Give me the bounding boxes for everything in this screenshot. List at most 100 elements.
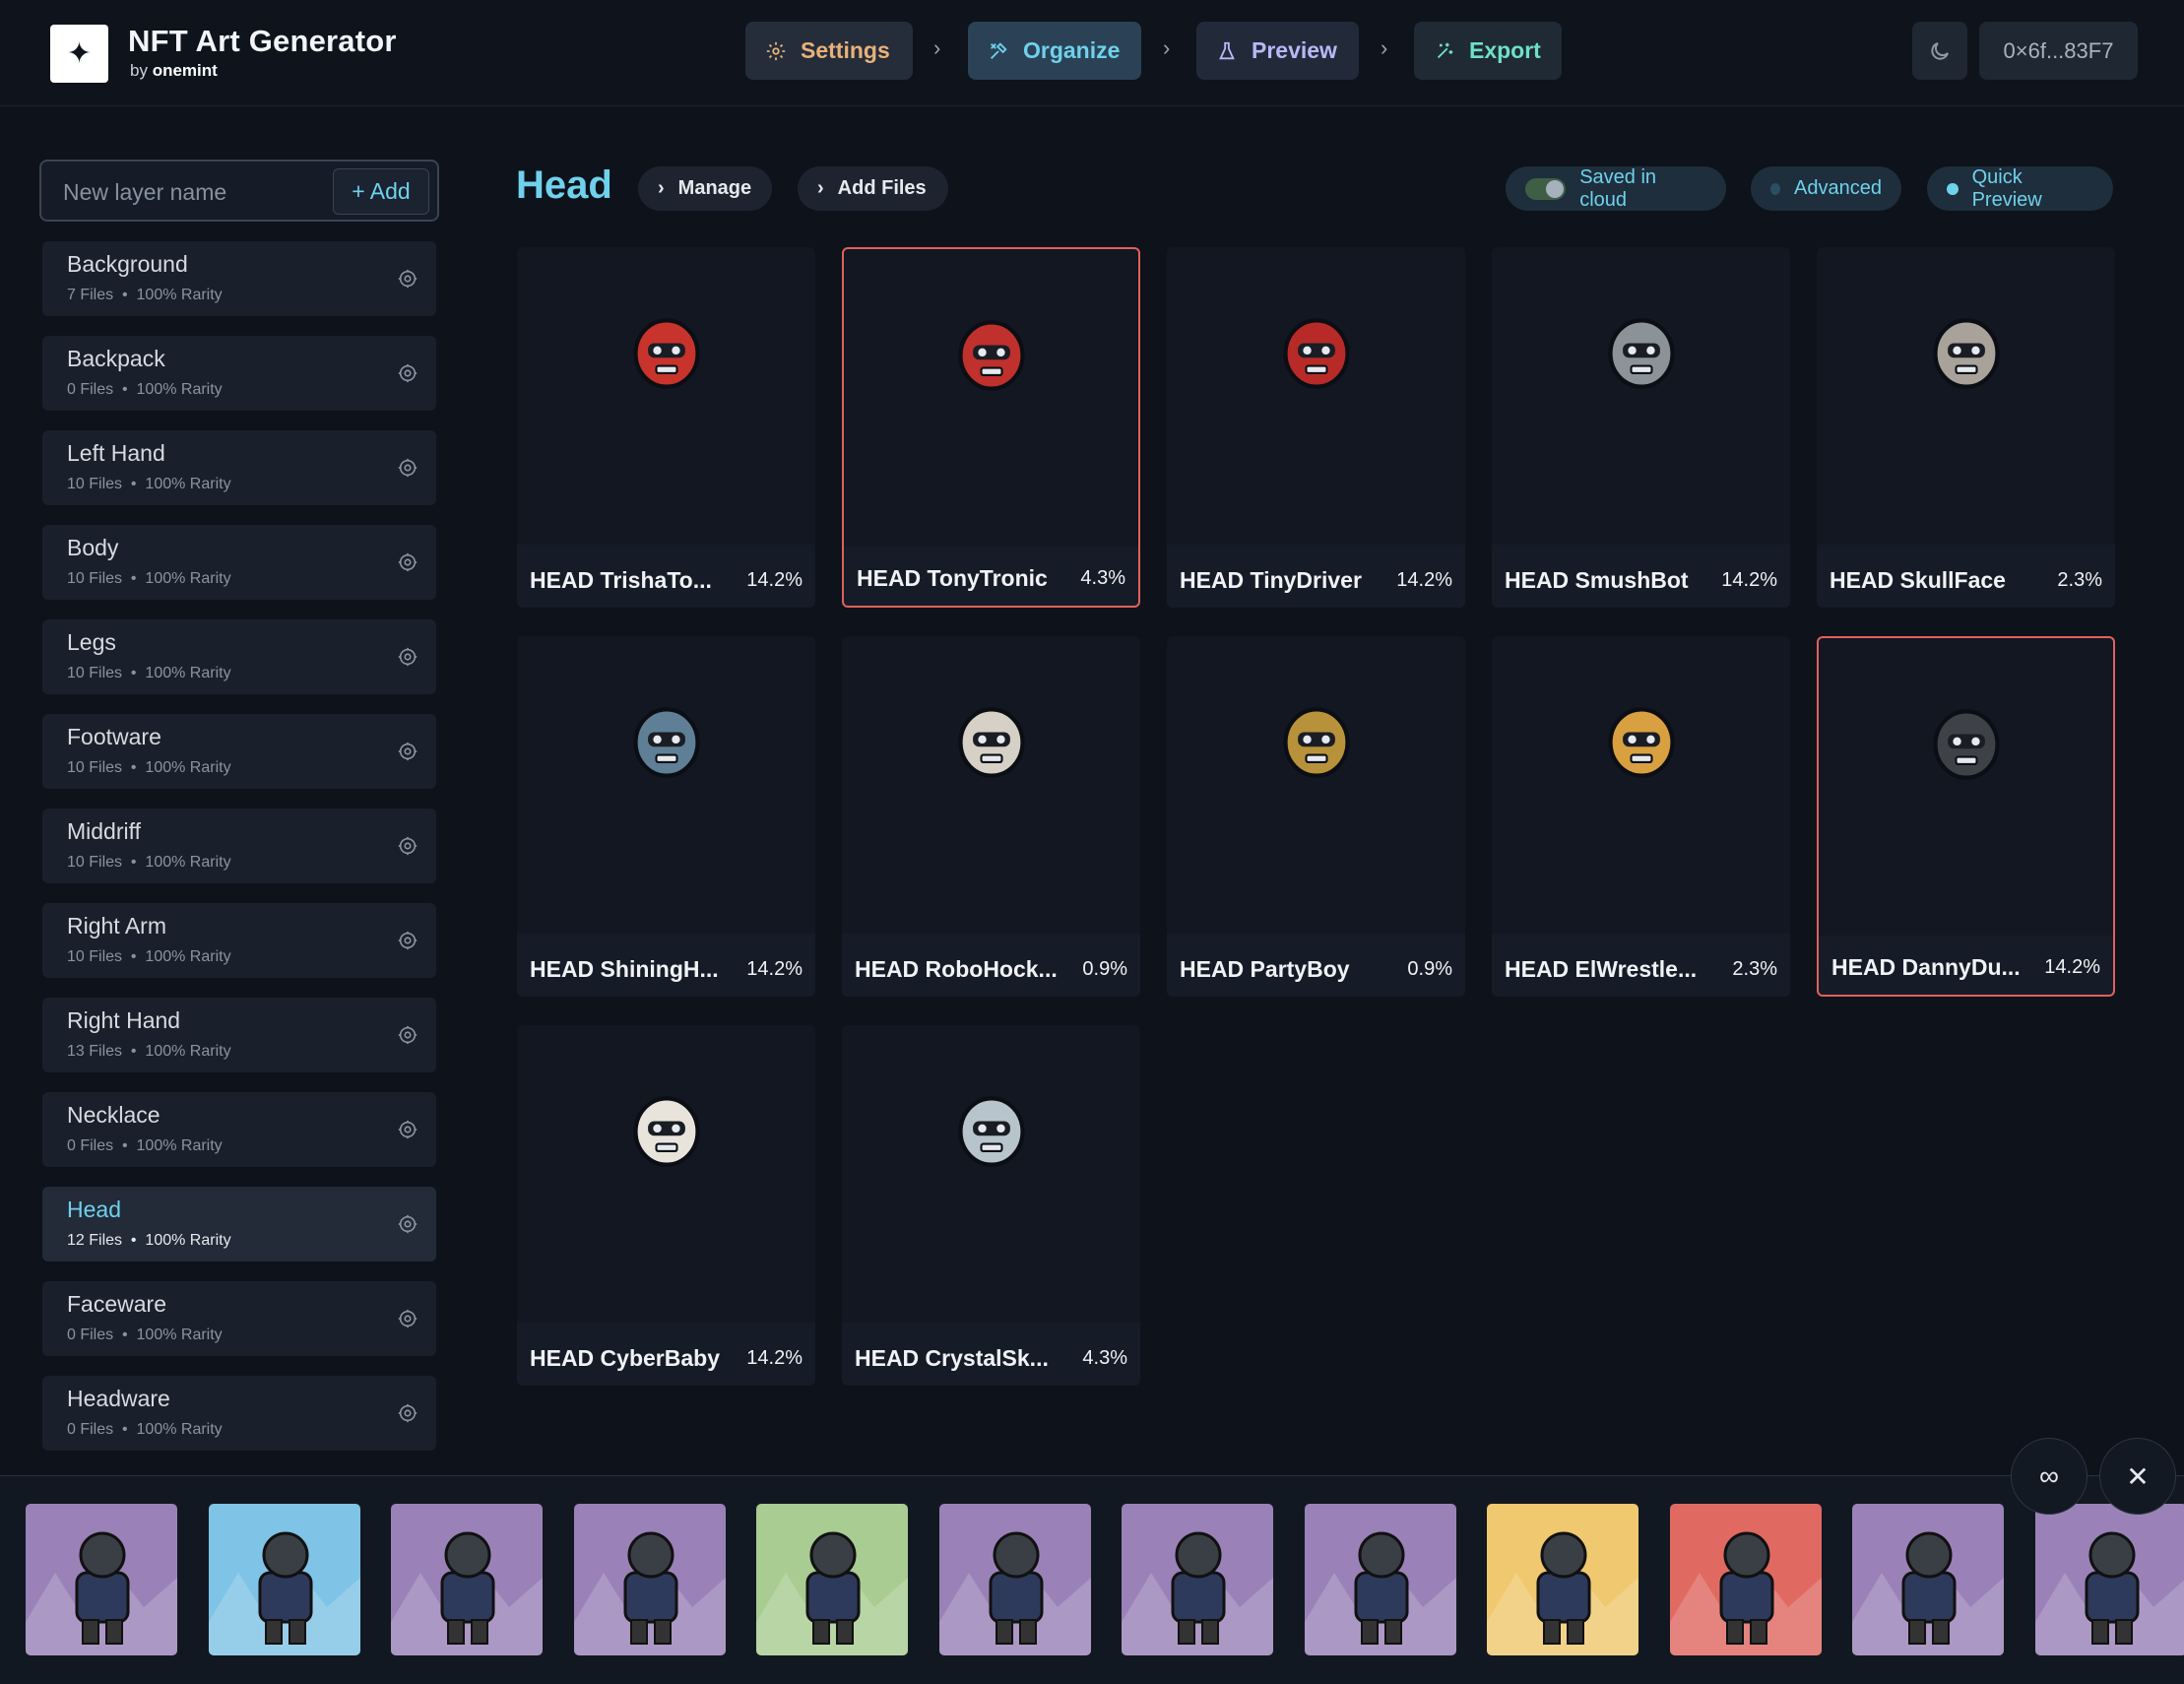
close-strip-button[interactable]: ✕ <box>2099 1438 2176 1515</box>
theme-toggle-button[interactable] <box>1912 22 1967 80</box>
layer-item[interactable]: Legs 10 Files • 100% Rarity <box>42 619 436 694</box>
gear-icon[interactable] <box>397 1119 418 1140</box>
asset-card[interactable]: HEAD DannyDu... 14.2% <box>1817 636 2115 997</box>
asset-name: HEAD ShiningH... <box>530 956 719 982</box>
gear-icon[interactable] <box>397 1213 418 1235</box>
preview-thumbnail[interactable] <box>756 1504 908 1655</box>
gear-icon[interactable] <box>397 835 418 857</box>
quick-preview-label: Quick Preview <box>1971 165 2042 211</box>
asset-rarity: 14.2% <box>1396 569 1452 591</box>
gear-icon[interactable] <box>397 457 418 479</box>
preview-thumbnail[interactable] <box>1669 1504 1822 1655</box>
head-image <box>1607 318 1675 389</box>
preview-thumbnail[interactable] <box>1304 1504 1456 1655</box>
layer-item[interactable]: Background 7 Files • 100% Rarity <box>42 241 436 316</box>
asset-thumbnail <box>517 1025 815 1323</box>
layer-item[interactable]: Faceware 0 Files • 100% Rarity <box>42 1281 436 1356</box>
asset-card[interactable]: HEAD ElWrestle... 2.3% <box>1492 636 1790 997</box>
gear-icon[interactable] <box>397 1024 418 1046</box>
layer-item[interactable]: Footware 10 Files • 100% Rarity <box>42 714 436 789</box>
preview-thumbnail[interactable] <box>573 1504 726 1655</box>
gear-icon[interactable] <box>397 362 418 384</box>
advanced-button[interactable]: Advanced <box>1751 166 1901 211</box>
asset-card[interactable]: HEAD TonyTronic 4.3% <box>842 247 1140 608</box>
layer-name: Body <box>67 535 119 560</box>
preview-strip <box>0 1475 2184 1684</box>
asset-card[interactable]: HEAD TrishaTo... 14.2% <box>517 247 815 608</box>
asset-rarity: 2.3% <box>1732 958 1777 980</box>
gear-icon[interactable] <box>397 741 418 762</box>
layer-item[interactable]: Right Arm 10 Files • 100% Rarity <box>42 903 436 978</box>
chevron-right-icon: › <box>658 177 665 199</box>
chevron-right-icon: › <box>933 35 941 60</box>
toggle-switch-icon <box>1525 177 1567 200</box>
asset-name: HEAD DannyDu... <box>1831 954 2021 980</box>
gear-icon[interactable] <box>397 1308 418 1329</box>
head-image <box>1607 707 1675 778</box>
step-label: Preview <box>1252 37 1337 63</box>
close-icon: ✕ <box>2126 1460 2150 1492</box>
preview-thumbnail[interactable] <box>1122 1504 1273 1655</box>
preview-thumbnail[interactable] <box>1852 1504 2004 1655</box>
layer-item[interactable]: Right Hand 13 Files • 100% Rarity <box>42 998 436 1072</box>
add-files-button[interactable]: › Add Files <box>798 166 948 211</box>
gear-icon[interactable] <box>397 268 418 290</box>
preview-thumbnail[interactable] <box>26 1504 177 1655</box>
asset-card[interactable]: HEAD CyberBaby 14.2% <box>517 1025 815 1386</box>
preview-thumbnail[interactable] <box>938 1504 1091 1655</box>
new-layer-input[interactable] <box>63 175 358 209</box>
character-image <box>208 1531 360 1655</box>
wallet-address-button[interactable]: 0×6f...83F7 <box>1979 22 2138 80</box>
asset-card[interactable]: HEAD CrystalSk... 4.3% <box>842 1025 1140 1386</box>
asset-rarity: 14.2% <box>2044 956 2100 978</box>
tools-icon <box>991 41 1007 59</box>
layer-meta: 0 Files • 100% Rarity <box>67 1137 223 1154</box>
asset-card[interactable]: HEAD ShiningH... 14.2% <box>517 636 815 997</box>
asset-card[interactable]: HEAD TinyDriver 14.2% <box>1167 247 1465 608</box>
preview-thumbnail[interactable] <box>391 1504 543 1655</box>
moon-icon <box>1931 41 1949 60</box>
step-organize-button[interactable]: Organize <box>968 22 1141 80</box>
head-image <box>632 318 700 389</box>
asset-card[interactable]: HEAD SmushBot 14.2% <box>1492 247 1790 608</box>
gear-icon[interactable] <box>397 1402 418 1424</box>
step-label: Organize <box>1023 37 1121 63</box>
layer-item[interactable]: Head 12 Files • 100% Rarity <box>42 1187 436 1262</box>
infinite-loop-button[interactable]: ∞ <box>2011 1438 2088 1515</box>
layer-item[interactable]: Middriff 10 Files • 100% Rarity <box>42 809 436 883</box>
layer-meta: 0 Files • 100% Rarity <box>67 1327 223 1343</box>
manage-button[interactable]: › Manage <box>638 166 772 211</box>
gear-icon[interactable] <box>397 551 418 573</box>
preview-thumbnail[interactable] <box>1487 1504 1638 1655</box>
chevron-right-icon: › <box>817 177 824 199</box>
head-image <box>957 320 1025 391</box>
chevron-right-icon: › <box>1381 35 1388 60</box>
asset-card[interactable]: HEAD SkullFace 2.3% <box>1817 247 2115 608</box>
layer-meta: 10 Files • 100% Rarity <box>67 665 231 681</box>
layer-name: Background <box>67 251 188 277</box>
layer-item[interactable]: Left Hand 10 Files • 100% Rarity <box>42 430 436 505</box>
character-image <box>938 1531 1091 1655</box>
layer-item[interactable]: Necklace 0 Files • 100% Rarity <box>42 1092 436 1167</box>
quick-preview-button[interactable]: Quick Preview <box>1927 166 2113 211</box>
layer-item[interactable]: Headware 0 Files • 100% Rarity <box>42 1376 436 1451</box>
layer-item[interactable]: Backpack 0 Files • 100% Rarity <box>42 336 436 411</box>
asset-card[interactable]: HEAD PartyBoy 0.9% <box>1167 636 1465 997</box>
layer-meta: 0 Files • 100% Rarity <box>67 1421 223 1438</box>
add-layer-button[interactable]: + Add <box>333 168 429 215</box>
gear-icon[interactable] <box>397 646 418 668</box>
layer-meta: 10 Files • 100% Rarity <box>67 476 231 492</box>
step-settings-button[interactable]: Settings <box>745 22 913 80</box>
step-preview-button[interactable]: Preview <box>1196 22 1359 80</box>
infinity-icon: ∞ <box>2039 1460 2059 1491</box>
gear-icon[interactable] <box>397 930 418 951</box>
flask-icon <box>1219 41 1235 59</box>
layer-name: Headware <box>67 1386 170 1411</box>
step-export-button[interactable]: Export <box>1414 22 1562 80</box>
preview-thumbnail[interactable] <box>208 1504 360 1655</box>
layer-meta: 7 Files • 100% Rarity <box>67 287 223 303</box>
asset-card[interactable]: HEAD RoboHock... 0.9% <box>842 636 1140 997</box>
layer-item[interactable]: Body 10 Files • 100% Rarity <box>42 525 436 600</box>
preview-thumbnail[interactable] <box>2034 1504 2184 1655</box>
saved-in-cloud-toggle[interactable]: Saved in cloud <box>1506 166 1726 211</box>
